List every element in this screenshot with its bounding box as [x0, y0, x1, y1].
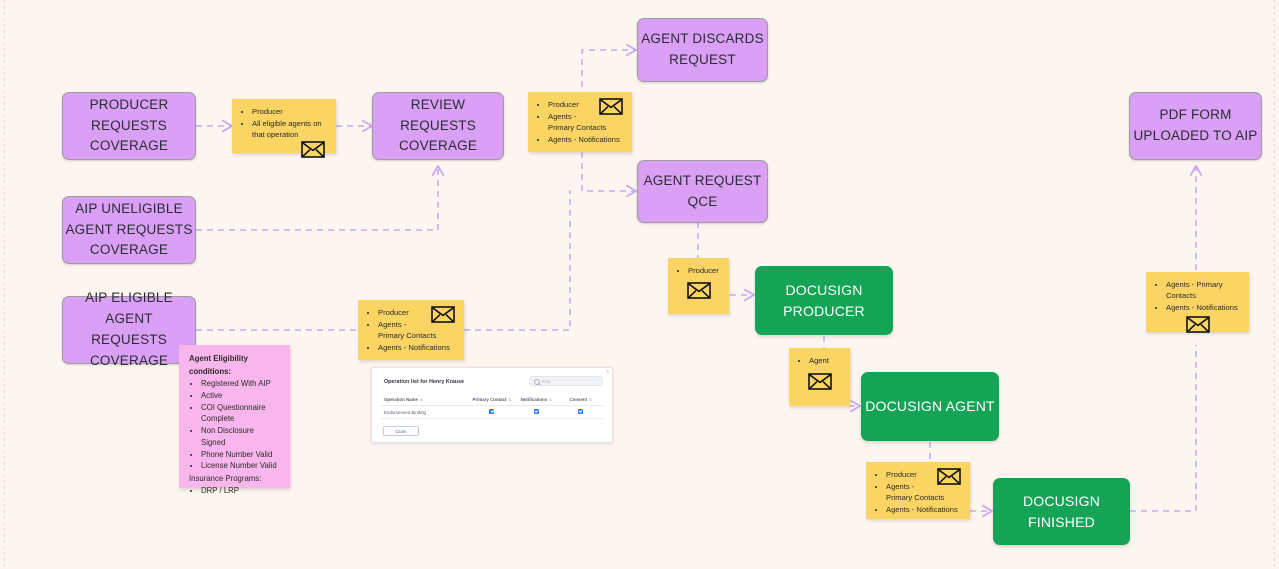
column-header-operation-name[interactable]: Operation Name ⇅ — [381, 394, 470, 406]
condition-item: Phone Number Valid — [201, 449, 280, 461]
wire-eligiblenote-up — [464, 190, 571, 331]
note-item: All eligible agents on that operation — [252, 118, 327, 140]
note-producer-notifications[interactable]: Producer All eligible agents on that ope… — [232, 99, 336, 158]
node-line: DOCUSIGN AGENT — [865, 398, 995, 414]
wire-review-to-qce — [581, 152, 637, 198]
node-line: FINISHED — [1028, 513, 1095, 530]
envelope-icon — [937, 468, 961, 490]
node-line: REQUEST — [669, 52, 736, 67]
wire-review-to-discards — [581, 43, 637, 98]
envelope-icon — [677, 282, 720, 304]
note-item: Agents - Notifications — [548, 134, 623, 145]
wire-uneligible-to-review — [196, 165, 445, 231]
node-pdf-form-uploaded-to-aip[interactable]: PDF FORM UPLOADED TO AIP — [1129, 92, 1262, 160]
conditions-heading-line2: conditions: — [189, 366, 232, 376]
operation-table: Operation Name ⇅ Primary Contact ⇅ Notific… — [381, 394, 603, 419]
note-item: Agents - Notifications — [1166, 302, 1240, 313]
envelope-icon — [798, 373, 841, 395]
node-review-requests-coverage[interactable]: REVIEW REQUESTS COVERAGE — [372, 92, 504, 160]
embedded-operation-list-screenshot[interactable]: × Operation list for Henry Krause Find O… — [371, 367, 613, 443]
node-line: COVERAGE — [89, 138, 169, 154]
node-line: REQUESTS — [91, 332, 167, 347]
envelope-icon — [241, 141, 327, 163]
wire-finished-to-pdfnote — [1130, 345, 1197, 512]
cell-primary-contact[interactable] — [469, 405, 515, 419]
node-line: PDF FORM — [1159, 107, 1232, 123]
node-aip-uneligible-agent-requests-coverage[interactable]: AIP UNELIGIBLE AGENT REQUESTS COVERAGE — [62, 196, 196, 264]
note-item: Agent — [809, 355, 841, 366]
cell-consent[interactable] — [558, 405, 603, 419]
node-line: AGENT REQUEST — [643, 172, 762, 188]
condition-item: License Number Valid — [201, 460, 280, 472]
node-line: UPLOADED TO AIP — [1133, 128, 1258, 143]
condition-item: Registered With AIP — [201, 378, 280, 390]
node-line: AGENT DISCARDS — [641, 31, 764, 47]
cell-notifications[interactable] — [514, 405, 559, 419]
search-placeholder: Find — [542, 378, 551, 384]
note-item: Producer — [252, 106, 327, 117]
node-line: PRODUCER — [783, 302, 865, 319]
conditions-subheading: Insurance Programs: — [189, 473, 262, 483]
node-line: DOCUSIGN — [785, 281, 863, 298]
node-line: REVIEW REQUESTS — [400, 96, 476, 133]
condition-item: Non Disclosure Signed — [201, 425, 280, 448]
table-row[interactable]: Endorsement Binding — [381, 405, 603, 419]
node-line: REQUESTS — [91, 117, 167, 133]
condition-item: COI Questionnaire Complete — [201, 402, 280, 425]
whiteboard-canvas: PRODUCER REQUESTS COVERAGE AIP UNELIGIBL… — [0, 0, 1279, 569]
sort-icon: ⇅ — [419, 398, 423, 402]
conditions-heading-line1: Agent Eligibility — [189, 354, 248, 363]
note-eligible-agent-notifications[interactable]: Producer Agents - Primary Contacts Agent… — [358, 300, 464, 360]
node-docusign-agent[interactable]: DOCUSIGN AGENT — [861, 372, 999, 441]
node-line: PRODUCER — [89, 96, 169, 112]
frame-edge-left — [4, 0, 5, 569]
note-review-notifications[interactable]: Producer Agents - Primary Contacts Agent… — [528, 92, 632, 152]
node-line: DOCUSIGN — [1022, 492, 1101, 509]
column-header-consent[interactable]: Consent ⇅ — [558, 394, 603, 406]
condition-sub-item: DRP / LRP — [201, 485, 280, 497]
envelope-icon — [431, 306, 455, 328]
envelope-icon — [1155, 316, 1240, 338]
note-pdf-notifications[interactable]: Agents - Primary Contacts Agents - Notif… — [1146, 272, 1249, 333]
note-item: Agents - Primary Contacts — [1166, 279, 1240, 301]
search-input[interactable]: Find — [529, 376, 603, 386]
checkbox-notifications[interactable] — [533, 409, 539, 414]
operation-list-title: Operation list for Henry Krause — [384, 379, 465, 385]
close-icon[interactable]: × — [606, 369, 609, 374]
node-line: COVERAGE — [398, 138, 478, 154]
condition-item: Active — [201, 390, 280, 402]
node-docusign-finished[interactable]: DOCUSIGN FINISHED — [993, 478, 1130, 545]
note-finished-notifications[interactable]: Producer Agents - Primary Contacts Agent… — [866, 462, 970, 519]
note-agent[interactable]: Agent — [789, 348, 850, 406]
envelope-icon — [599, 98, 623, 120]
sort-icon: ⇅ — [549, 398, 553, 402]
note-item: Agents - Notifications — [886, 504, 961, 515]
node-line: COVERAGE — [89, 352, 169, 368]
close-button[interactable]: Close — [383, 426, 419, 436]
node-line: COVERAGE — [89, 242, 169, 258]
node-agent-discards-request[interactable]: AGENT DISCARDS REQUEST — [637, 18, 768, 82]
checkbox-primary-contact[interactable] — [489, 409, 495, 414]
node-line: AGENT REQUESTS — [65, 221, 193, 237]
cell-operation-name: Endorsement Binding — [381, 405, 470, 419]
node-docusign-producer[interactable]: DOCUSIGN PRODUCER — [755, 266, 893, 335]
sort-icon: ⇅ — [589, 398, 593, 402]
column-header-notifications[interactable]: Notifications ⇅ — [514, 394, 559, 406]
frame-edge-right — [1274, 0, 1275, 569]
note-item: Producer — [688, 265, 720, 276]
node-agent-request-qce[interactable]: AGENT REQUEST QCE — [637, 160, 768, 223]
checkbox-consent[interactable] — [578, 409, 584, 414]
node-line: AIP UNELIGIBLE — [75, 200, 183, 216]
node-producer-requests-coverage[interactable]: PRODUCER REQUESTS COVERAGE — [62, 92, 196, 160]
node-line: QCE — [687, 193, 718, 209]
note-item: Agents - Notifications — [378, 342, 455, 353]
search-icon — [534, 379, 540, 385]
note-agent-eligibility-conditions[interactable]: Agent Eligibility conditions: Registered… — [179, 345, 290, 495]
column-header-primary-contact[interactable]: Primary Contact ⇅ — [469, 394, 515, 406]
sort-icon: ⇅ — [508, 398, 512, 402]
table-header-row: Operation Name ⇅ Primary Contact ⇅ Notific… — [381, 394, 603, 406]
note-qce-producer[interactable]: Producer — [668, 258, 729, 314]
node-line: AIP ELIGIBLE AGENT — [85, 290, 173, 327]
node-aip-eligible-agent-requests-coverage[interactable]: AIP ELIGIBLE AGENT REQUESTS COVERAGE — [62, 290, 196, 368]
